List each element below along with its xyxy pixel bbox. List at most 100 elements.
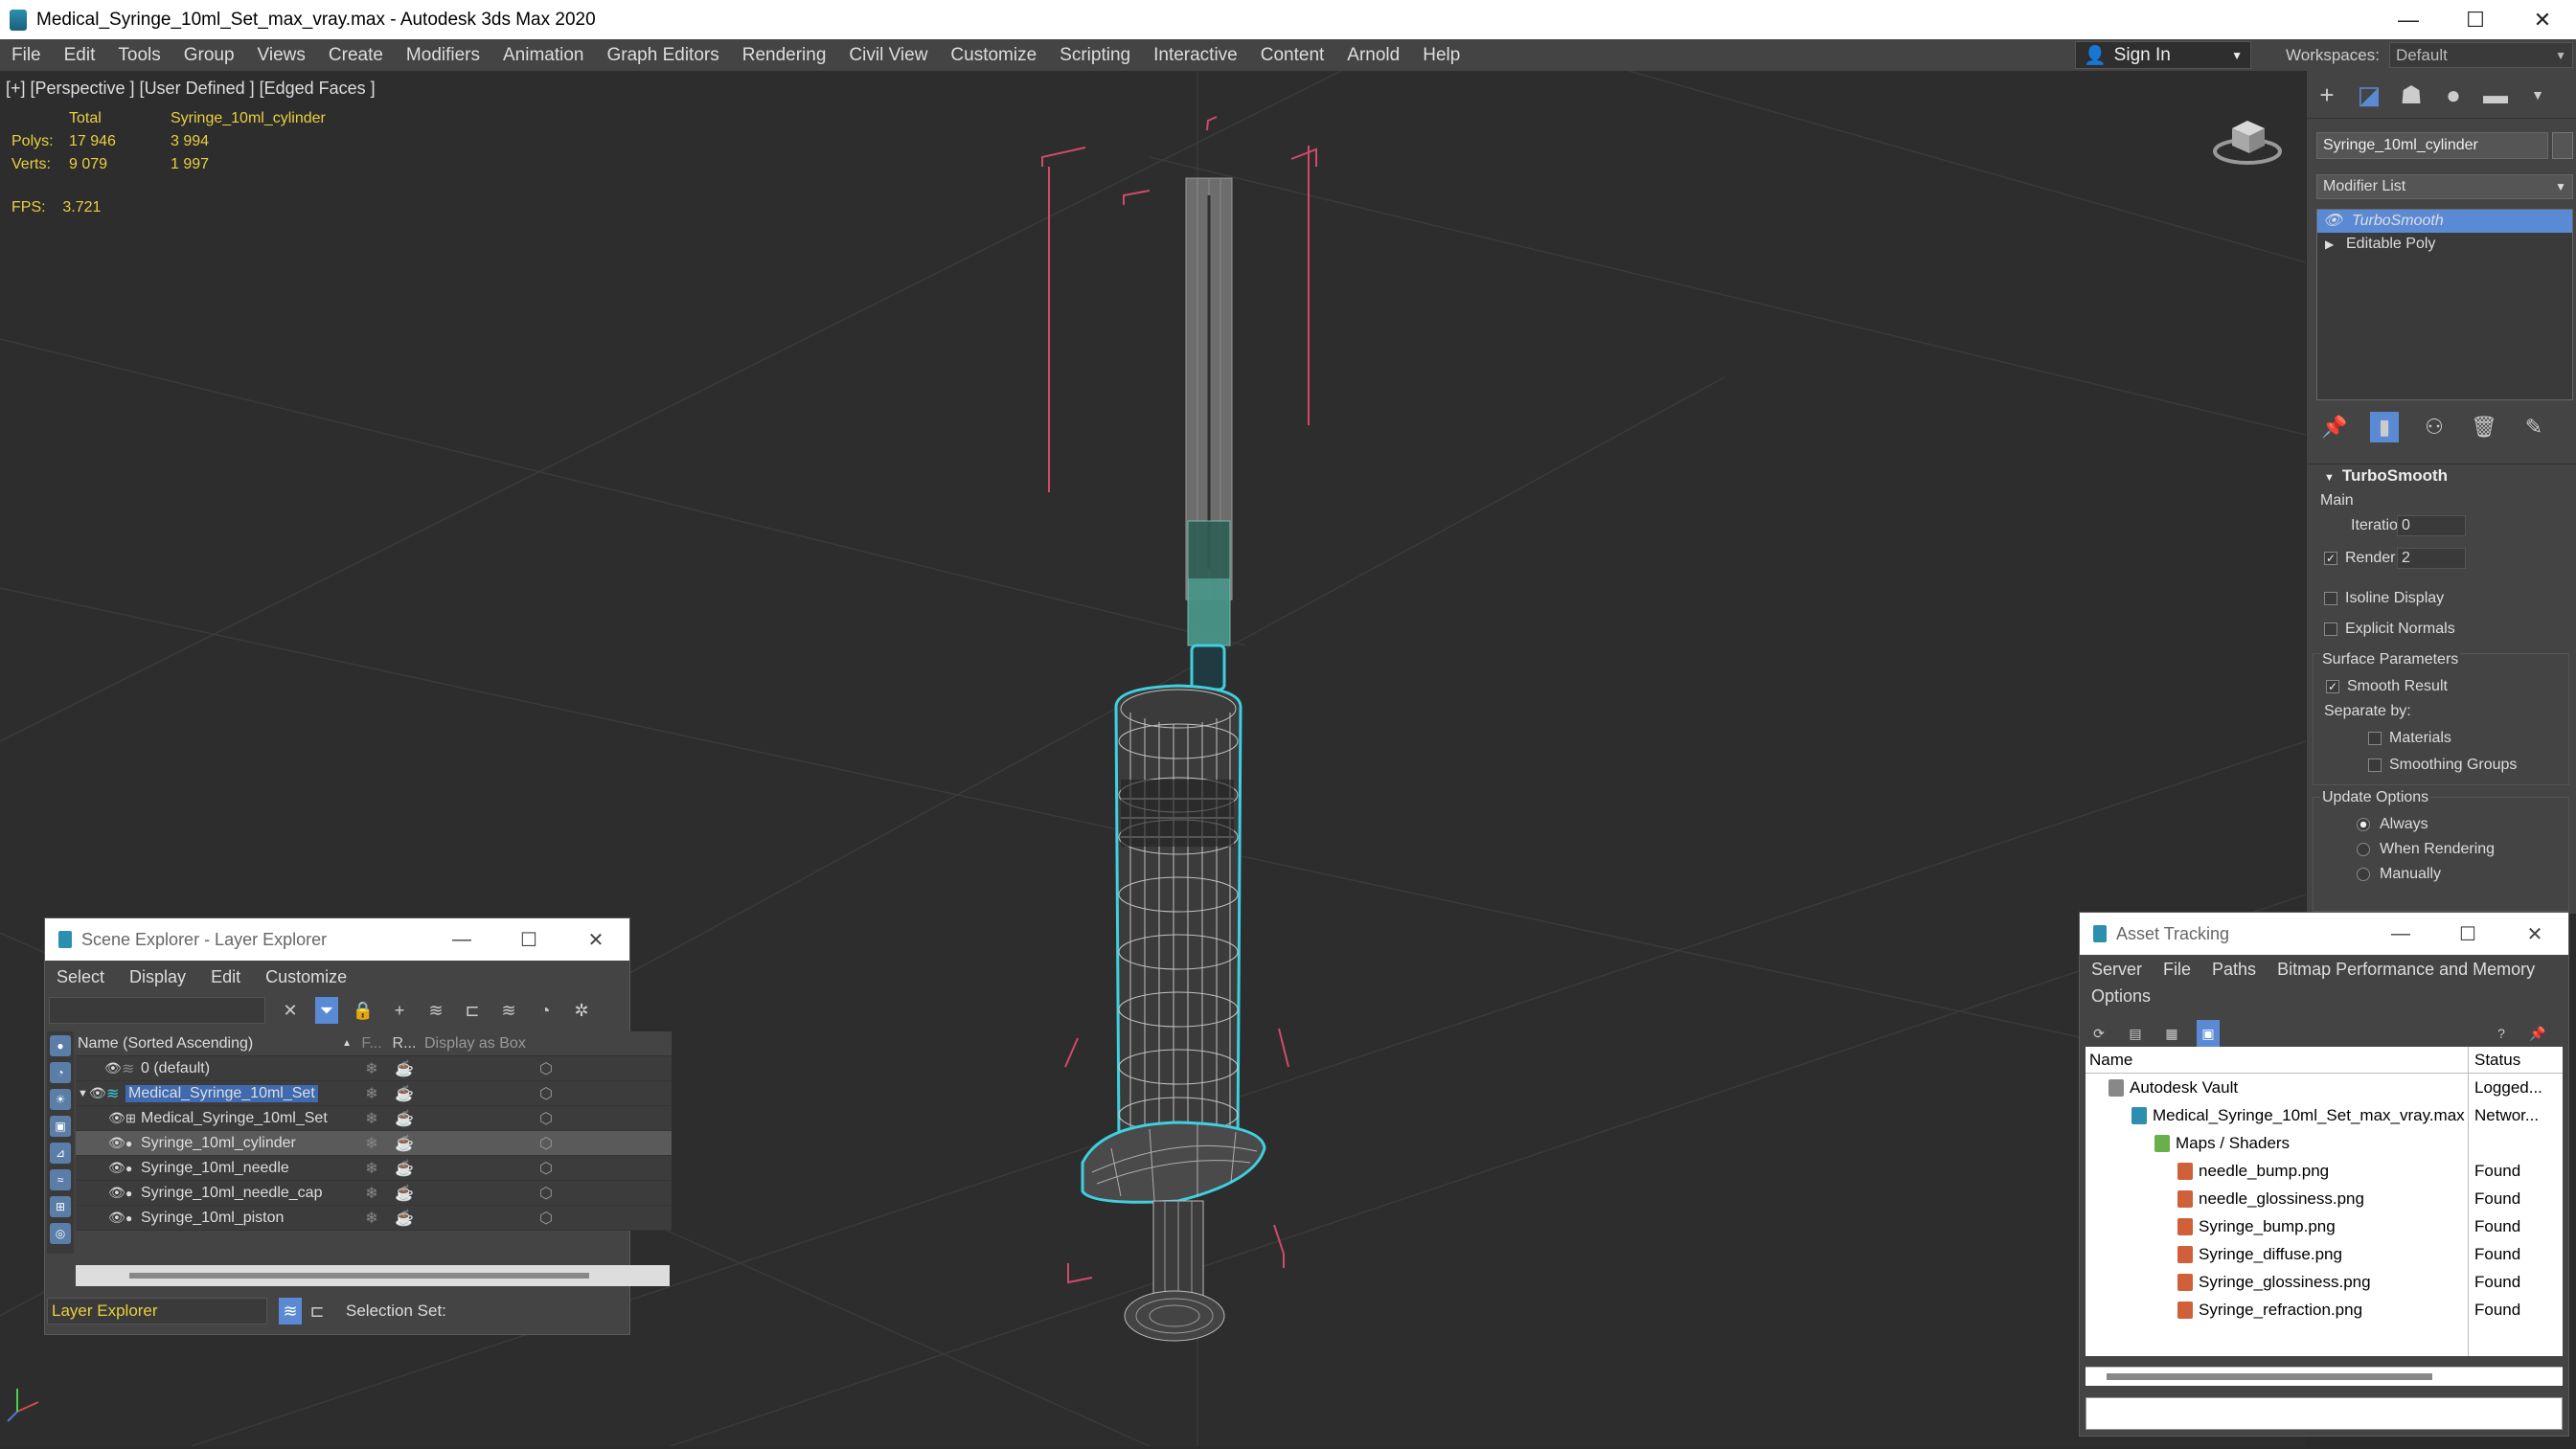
isoline-checkbox[interactable] <box>2324 591 2337 605</box>
cameras-filter-icon[interactable]: ▣ <box>50 1116 71 1137</box>
maximize-button[interactable]: ☐ <box>2434 922 2501 946</box>
always-row[interactable]: Always <box>2357 816 2428 833</box>
box-icon[interactable]: ⬡ <box>421 1159 672 1178</box>
hierarchy-mode-icon[interactable]: ⊏ <box>306 1298 329 1324</box>
explicit-normals-checkbox[interactable] <box>2324 622 2337 636</box>
tree-view-icon[interactable]: ▣ <box>2197 1020 2220 1047</box>
menu-scripting[interactable]: Scripting <box>1048 45 1142 66</box>
clear-search-icon[interactable]: ✕ <box>279 997 302 1024</box>
settings-icon[interactable]: ✲ <box>570 997 593 1024</box>
menu-modifiers[interactable]: Modifiers <box>395 45 491 66</box>
expand-arrow-icon[interactable]: ▶ <box>2325 233 2334 256</box>
menu-arnold[interactable]: Arnold <box>1335 45 1411 66</box>
menu-tools[interactable]: Tools <box>106 45 171 66</box>
make-unique-icon[interactable]: ⚇ <box>2420 412 2449 442</box>
pin-stack-icon[interactable]: 📌 <box>2320 412 2349 442</box>
menu-create[interactable]: Create <box>317 45 395 66</box>
rollout-title[interactable]: ▼ TurboSmooth <box>2307 464 2576 487</box>
menu-bitmap-performance[interactable]: Bitmap Performance and Memory <box>2277 960 2535 980</box>
render-icon[interactable]: ☕ <box>388 1134 421 1153</box>
column-freeze[interactable]: F... <box>355 1035 388 1053</box>
table-row[interactable]: Medical_Syringe_10ml_Set_max_vray.max Ne… <box>2086 1101 2563 1129</box>
table-row[interactable]: Maps / Shaders <box>2086 1129 2563 1157</box>
menu-rendering[interactable]: Rendering <box>731 45 838 66</box>
helpers-filter-icon[interactable]: ⊿ <box>50 1143 71 1164</box>
close-button[interactable]: ✕ <box>2509 8 2576 33</box>
table-row[interactable]: Syringe_glossiness.png Found <box>2086 1268 2563 1296</box>
scrollbar-thumb[interactable] <box>129 1273 589 1279</box>
table-row[interactable]: 👁 ● Syringe_10ml_needle ❄ ☕ ⬡ <box>76 1156 672 1181</box>
menu-views[interactable]: Views <box>246 45 317 66</box>
table-row[interactable]: Syringe_refraction.png Found <box>2086 1296 2563 1324</box>
geometry-filter-icon[interactable]: ● <box>50 1035 71 1056</box>
eye-icon[interactable]: 👁 <box>108 1160 125 1176</box>
eye-icon[interactable]: 👁 <box>108 1135 125 1151</box>
freeze-icon[interactable]: ❄ <box>355 1159 388 1178</box>
menu-display[interactable]: Display <box>129 967 186 987</box>
minimize-button[interactable]: — <box>2375 8 2442 33</box>
search-input[interactable] <box>49 997 265 1024</box>
column-render[interactable]: R... <box>388 1035 421 1053</box>
object-name-field[interactable]: Syringe_10ml_cylinder <box>2316 132 2548 159</box>
horizontal-scrollbar[interactable] <box>76 1265 670 1286</box>
materials-checkbox[interactable] <box>2368 731 2382 745</box>
table-row[interactable]: 👁 ● Syringe_10ml_cylinder ❄ ☕ ⬡ <box>76 1131 672 1156</box>
menu-content[interactable]: Content <box>1249 45 1336 66</box>
column-name[interactable]: Name <box>2086 1047 2469 1073</box>
eye-icon[interactable]: 👁 <box>108 1110 125 1126</box>
eye-icon[interactable]: 👁 <box>89 1085 106 1101</box>
manually-radio[interactable] <box>2357 867 2370 881</box>
table-row[interactable]: needle_bump.png Found <box>2086 1157 2563 1185</box>
column-name[interactable]: Name (Sorted Ascending) ▲ <box>76 1035 355 1053</box>
box-icon[interactable]: ⬡ <box>421 1134 672 1153</box>
menu-edit[interactable]: Edit <box>211 967 240 987</box>
workspaces-select[interactable]: Default ▼ <box>2388 42 2573 68</box>
minimize-button[interactable]: — <box>428 929 495 951</box>
groups-filter-icon[interactable]: ⊞ <box>50 1196 71 1217</box>
box-icon[interactable]: ⬡ <box>421 1084 672 1103</box>
maximize-button[interactable]: ☐ <box>495 928 562 952</box>
freeze-icon[interactable]: ❄ <box>355 1209 388 1228</box>
render-icon[interactable]: ☕ <box>388 1109 421 1128</box>
menu-file[interactable]: File <box>2163 960 2191 980</box>
table-row[interactable]: 👁 ● Syringe_10ml_piston ❄ ☕ ⬡ <box>76 1206 672 1231</box>
shapes-filter-icon[interactable]: ◔ <box>50 1062 71 1083</box>
asset-tracking-titlebar[interactable]: Asset Tracking — ☐ ✕ <box>2080 913 2568 955</box>
iterations-spinner[interactable]: 0 <box>2397 515 2466 536</box>
create-tab-icon[interactable]: + <box>2313 80 2341 109</box>
motion-tab-icon[interactable]: ● <box>2439 80 2468 109</box>
box-icon[interactable]: ⬡ <box>421 1209 672 1228</box>
table-row[interactable]: Syringe_bump.png Found <box>2086 1212 2563 1240</box>
help-icon[interactable]: ? <box>2490 1020 2513 1047</box>
add-to-layer-icon[interactable]: ≋ <box>424 997 447 1024</box>
when-rendering-radio[interactable] <box>2357 842 2370 856</box>
eye-icon[interactable]: 👁 <box>104 1060 122 1076</box>
menu-customize[interactable]: Customize <box>939 45 1048 66</box>
list-icon[interactable]: ▤ <box>2124 1020 2147 1047</box>
stack-item-editable-poly[interactable]: ▶ Editable Poly <box>2317 233 2572 256</box>
render-icon[interactable]: ☕ <box>388 1209 421 1228</box>
scrollbar-thumb[interactable] <box>2107 1373 2432 1380</box>
explicit-normals-row[interactable]: Explicit Normals <box>2324 621 2455 638</box>
box-icon[interactable]: ⬡ <box>421 1109 672 1128</box>
xrefs-filter-icon[interactable]: ◎ <box>50 1223 71 1244</box>
render-iters-checkbox[interactable]: ✓ <box>2324 551 2337 565</box>
scene-explorer-titlebar[interactable]: Scene Explorer - Layer Explorer — ☐ ✕ <box>45 918 629 961</box>
render-iters-spinner[interactable]: 2 <box>2397 548 2466 569</box>
table-row[interactable]: Autodesk Vault Logged... <box>2086 1074 2563 1101</box>
materials-row[interactable]: Materials <box>2368 730 2451 747</box>
menu-help[interactable]: Help <box>1411 45 1471 66</box>
layers-icon[interactable]: ≋ <box>497 997 520 1024</box>
menu-civil-view[interactable]: Civil View <box>837 45 939 66</box>
freeze-icon[interactable]: ❄ <box>355 1059 388 1078</box>
configure-sets-icon[interactable]: ✎ <box>2519 412 2548 442</box>
sign-in-dropdown[interactable]: 👤 Sign In ▼ <box>2075 41 2251 69</box>
column-status[interactable]: Status <box>2469 1051 2563 1070</box>
smoothing-groups-checkbox[interactable] <box>2368 758 2382 772</box>
render-icon[interactable]: ☕ <box>388 1159 421 1178</box>
layers-mode-icon[interactable]: ≋ <box>279 1298 302 1324</box>
eye-icon[interactable]: 👁 <box>108 1185 125 1201</box>
table-row[interactable]: 👁 ⊞ Medical_Syringe_10ml_Set ❄ ☕ ⬡ <box>76 1106 672 1131</box>
render-icon[interactable]: ☕ <box>388 1184 421 1203</box>
smooth-result-row[interactable]: ✓ Smooth Result <box>2326 678 2448 695</box>
